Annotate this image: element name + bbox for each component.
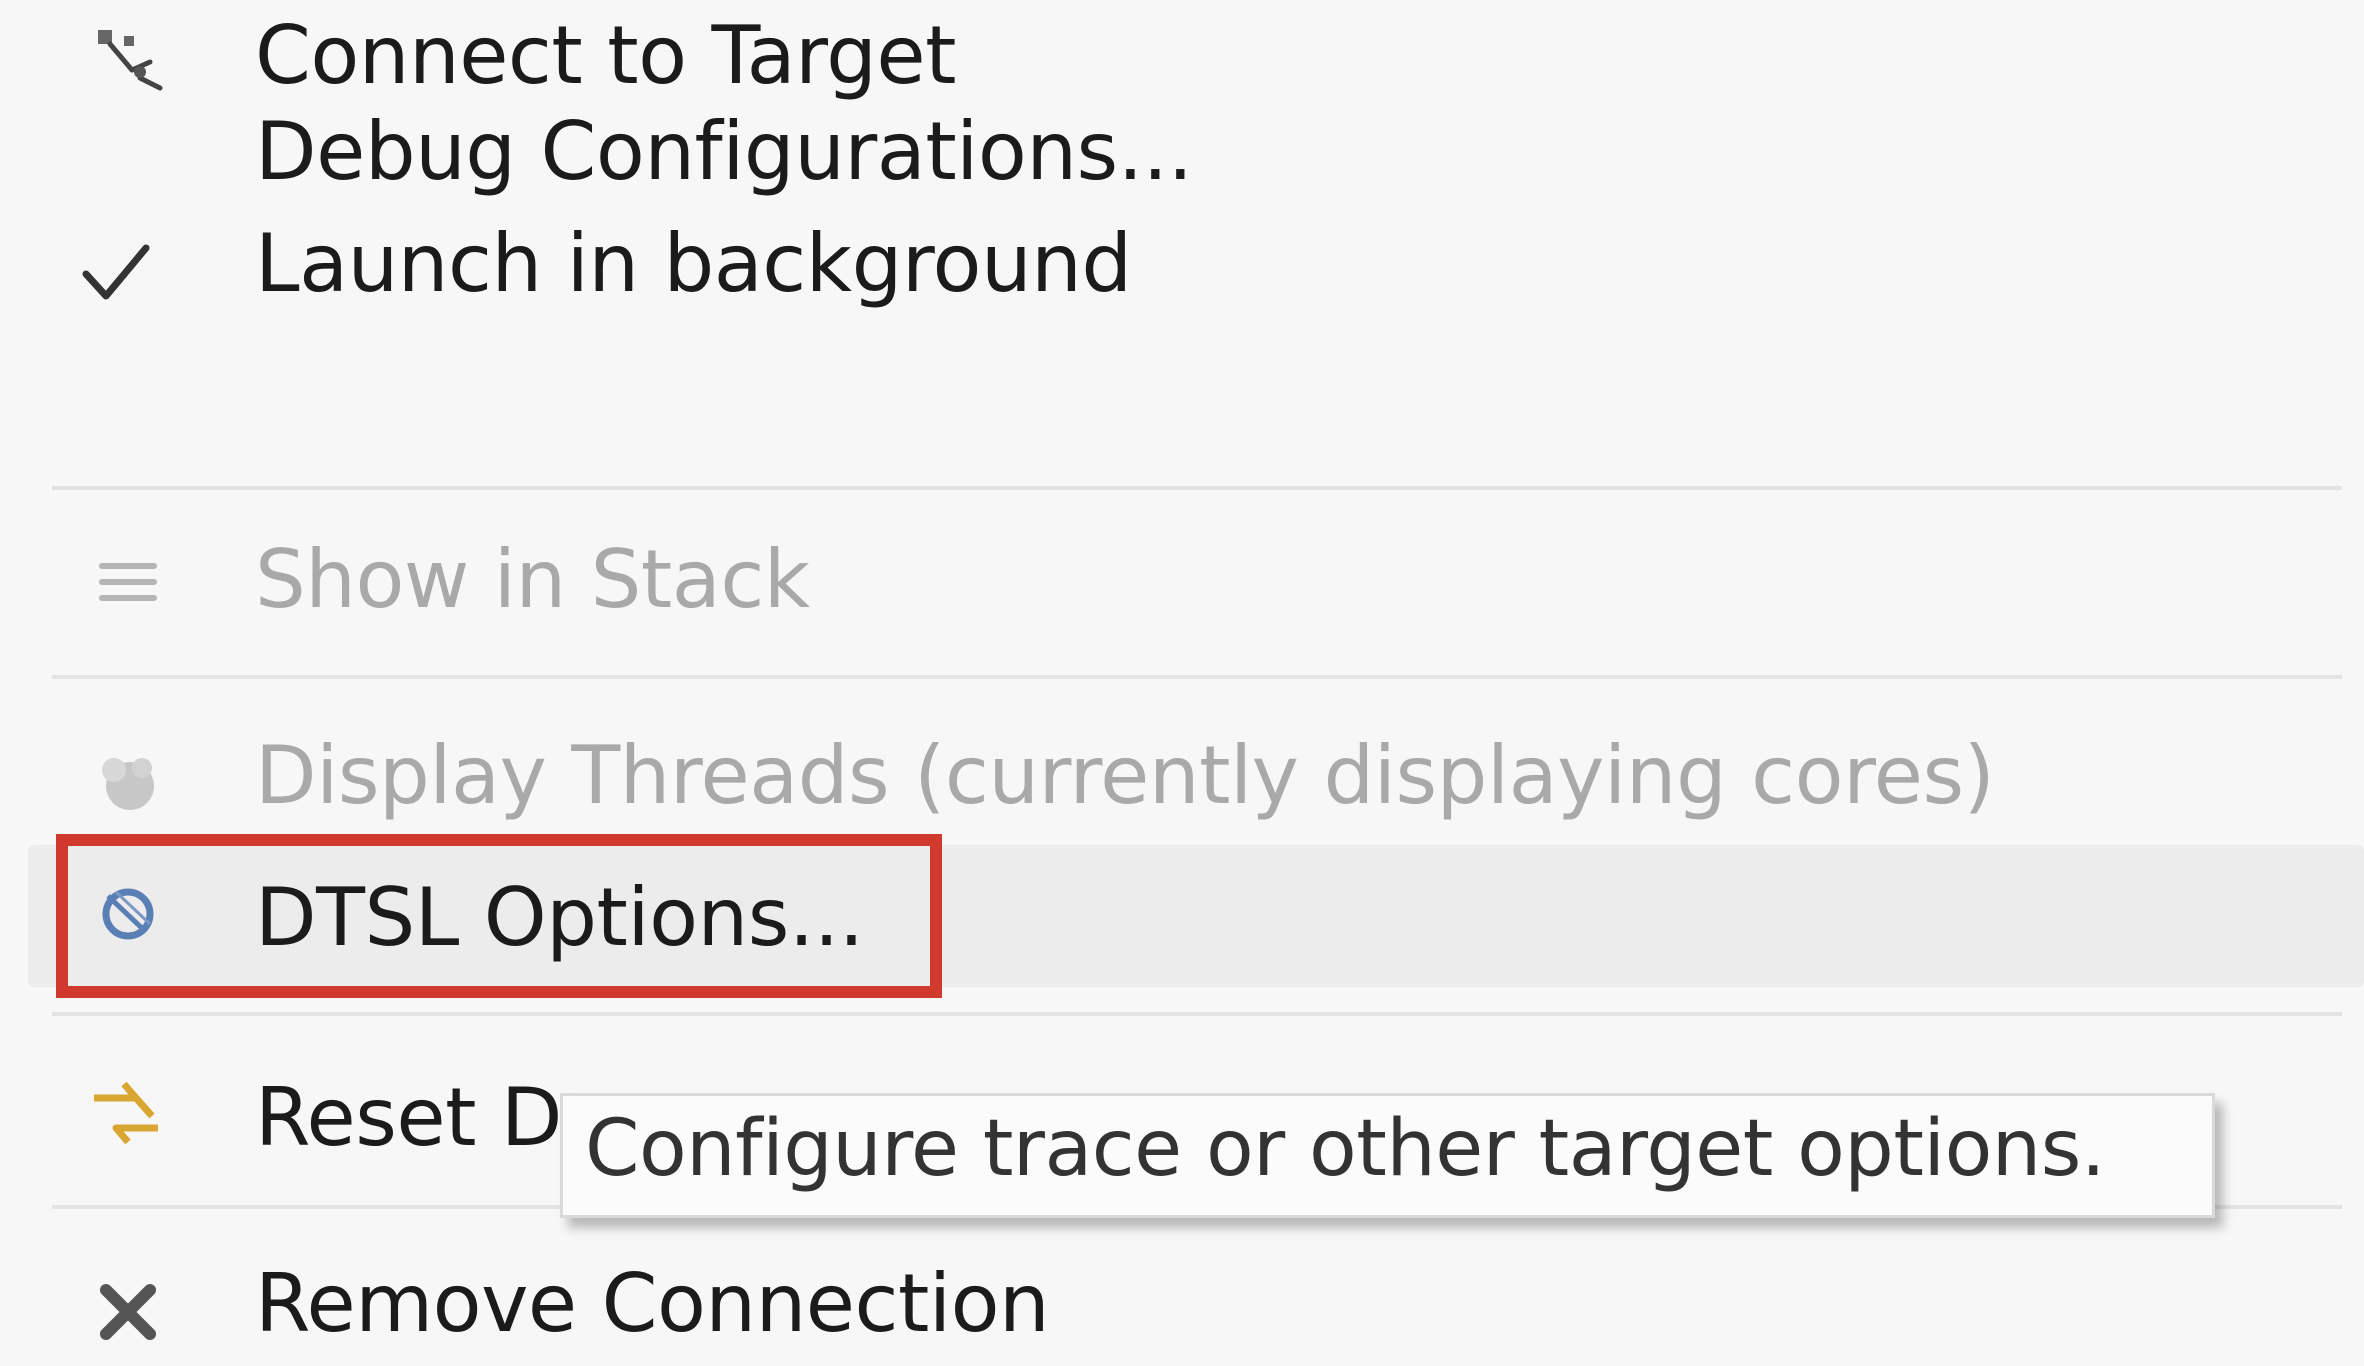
threads-icon (80, 738, 180, 838)
menu-item-label: Show in Stack (255, 533, 810, 626)
stack-list-icon (80, 548, 180, 648)
remove-x-icon (80, 1270, 180, 1366)
menu-separator (52, 1012, 2342, 1016)
connect-target-icon (80, 10, 180, 110)
menu-separator (52, 675, 2342, 679)
menu-item-label: Remove Connection (255, 1257, 1050, 1350)
menu-separator (52, 486, 2342, 490)
menu-item-label: Connect to Target (255, 9, 956, 102)
menu-item-launch-in-background[interactable]: Launch in background (0, 212, 2364, 362)
menu-item-label: Launch in background (255, 217, 1132, 310)
tooltip: Configure trace or other target options. (560, 1093, 2215, 1218)
checkmark-icon (80, 234, 180, 334)
menu-item-label: Display Threads (currently displaying co… (255, 729, 1995, 822)
menu-item-remove-connection[interactable]: Remove Connection (0, 1250, 2364, 1366)
menu-item-label: Debug Configurations... (255, 105, 1193, 198)
context-menu: Connect to Target Debug Configurations..… (0, 0, 2364, 1366)
reset-swap-icon (80, 1072, 180, 1172)
menu-item-label: Reset D (255, 1071, 563, 1164)
annotation-highlight-box (56, 834, 942, 998)
tooltip-text: Configure trace or other target options. (585, 1104, 2106, 1194)
menu-item-show-in-stack[interactable]: Show in Stack (0, 540, 2364, 690)
